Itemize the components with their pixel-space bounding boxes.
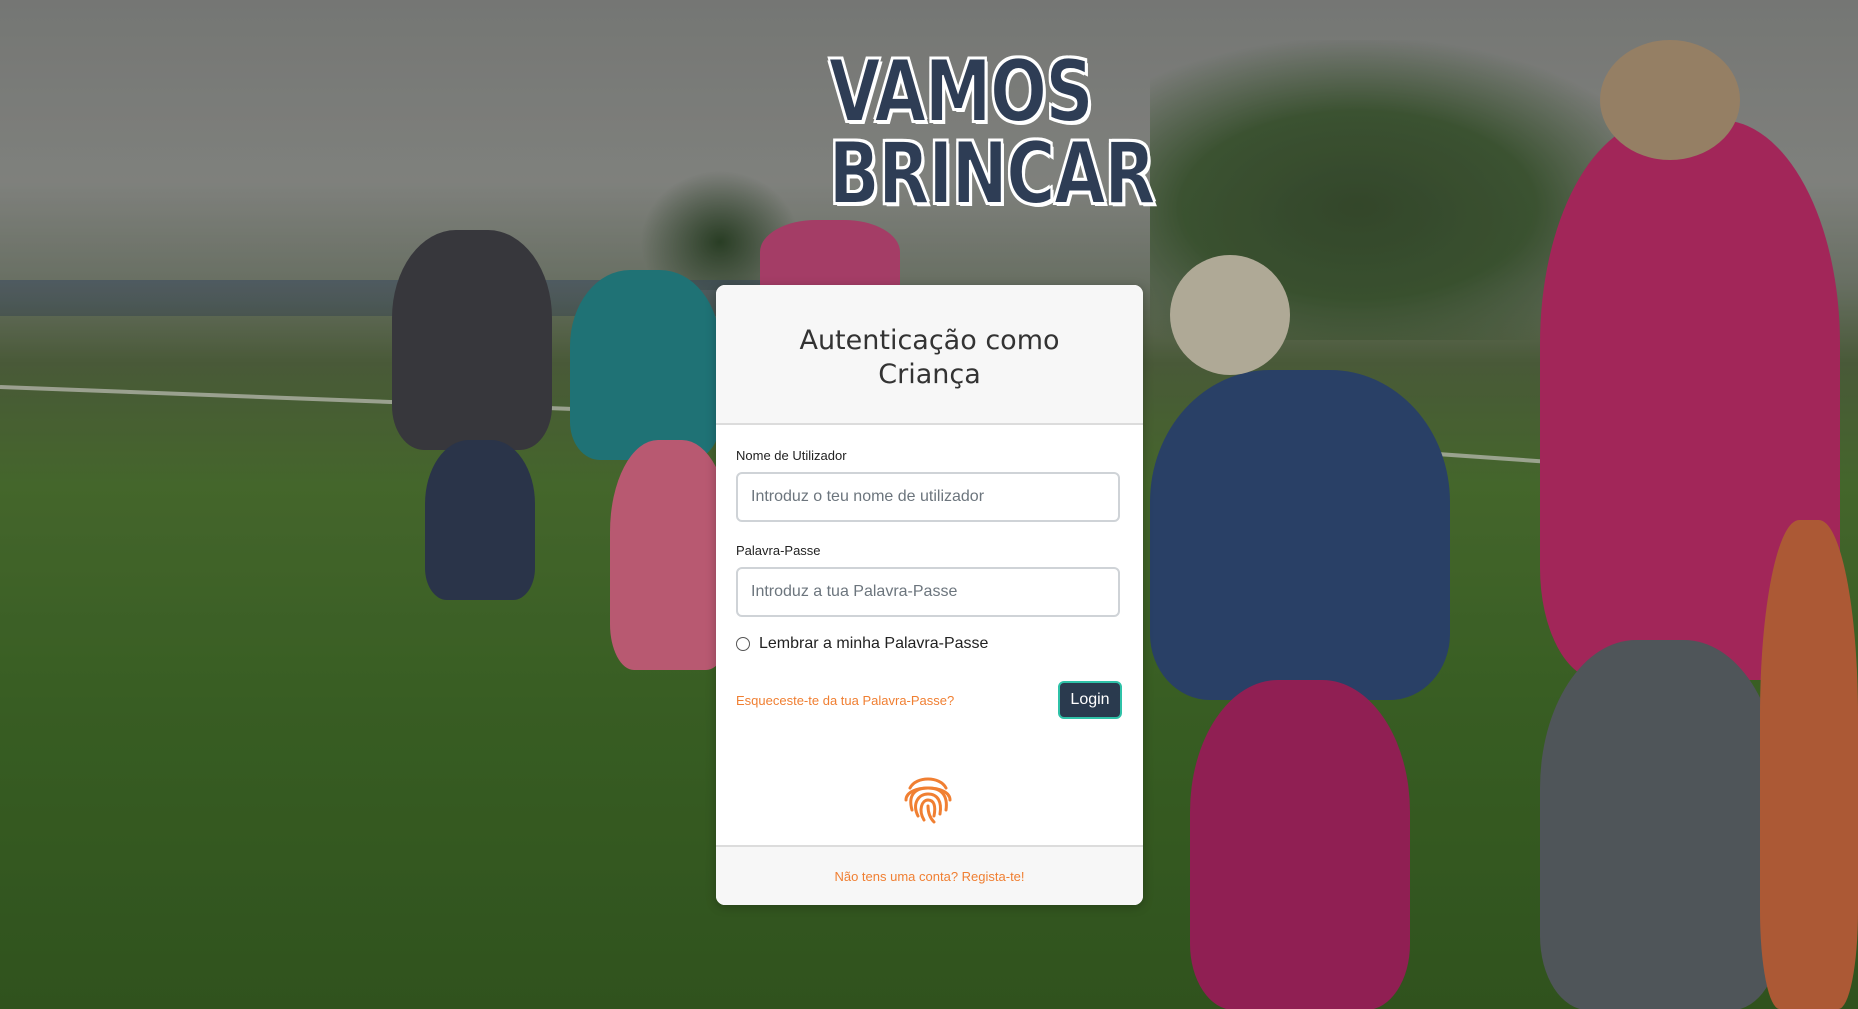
- password-label: Palavra-Passe: [736, 543, 821, 558]
- card-header: Autenticação como Criança: [716, 285, 1143, 425]
- login-button[interactable]: Login: [1058, 681, 1122, 719]
- page: VAMOS BRINCAR Autenticação como Criança …: [0, 0, 1858, 1009]
- forgot-password-link[interactable]: Esqueceste-te da tua Palavra-Passe?: [736, 693, 954, 708]
- logo-line-2: BRINCAR: [828, 123, 1157, 224]
- password-input[interactable]: [736, 567, 1120, 617]
- remember-label: Lembrar a minha Palavra-Passe: [759, 635, 989, 652]
- app-logo: VAMOS BRINCAR: [800, 42, 1157, 224]
- username-label: Nome de Utilizador: [736, 448, 847, 463]
- card-footer: Não tens uma conta? Regista-te!: [716, 845, 1143, 905]
- login-card: Autenticação como Criança Nome de Utiliz…: [716, 285, 1143, 905]
- logo-line-1: VAMOS: [828, 42, 1095, 142]
- login-form: Nome de Utilizador Palavra-Passe Lembrar…: [716, 425, 1143, 847]
- remember-password-option[interactable]: Lembrar a minha Palavra-Passe: [736, 635, 988, 653]
- username-input[interactable]: [736, 472, 1120, 522]
- remember-radio[interactable]: [736, 637, 750, 651]
- page-title: Autenticação como Criança: [799, 325, 1060, 390]
- register-link[interactable]: Não tens uma conta? Regista-te!: [834, 869, 1024, 884]
- fingerprint-icon[interactable]: [900, 770, 956, 826]
